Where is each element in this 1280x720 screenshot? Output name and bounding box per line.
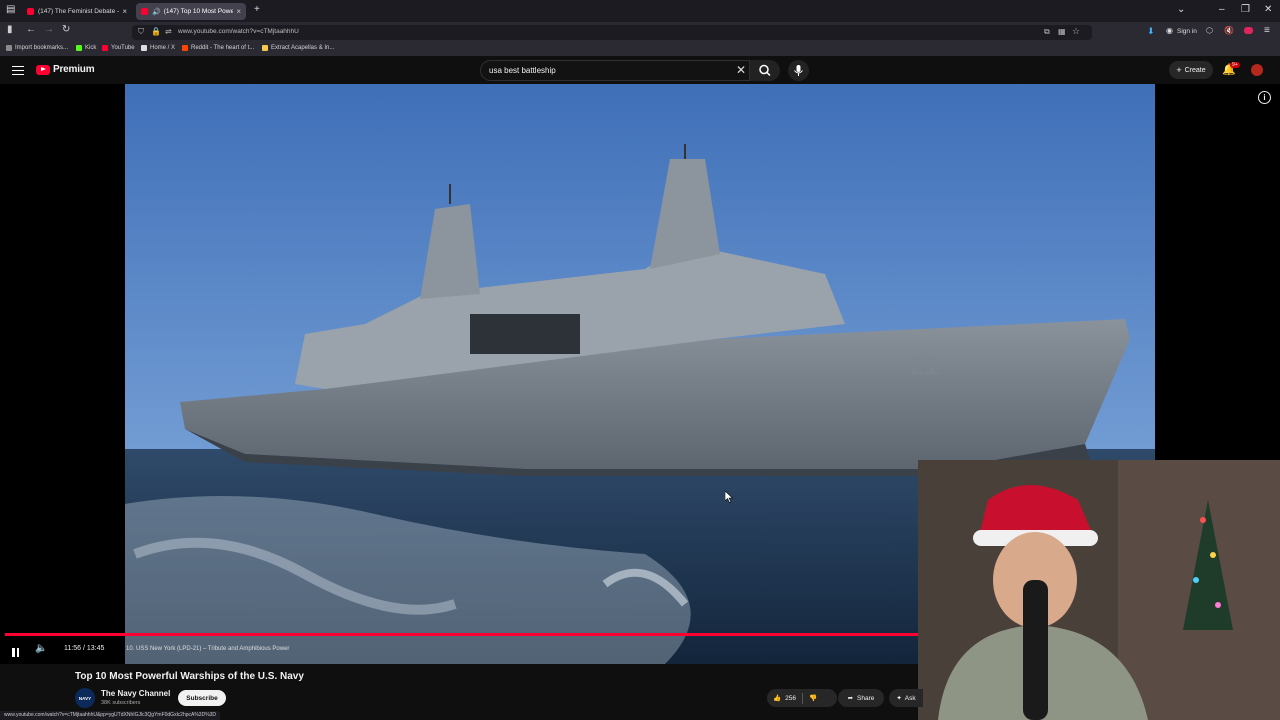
- browser-tab-warships[interactable]: 🔊 (147) Top 10 Most Powerfu ×: [136, 3, 246, 20]
- tab-overflow-chevron-icon[interactable]: ⌄: [1177, 4, 1185, 15]
- info-icon[interactable]: i: [1258, 91, 1271, 104]
- bookmark-reddit[interactable]: Reddit - The heart of t...: [182, 45, 254, 51]
- reddit-icon: [182, 45, 188, 51]
- mouse-cursor-icon: [724, 490, 734, 508]
- sparkle-icon: ✦: [896, 695, 902, 702]
- chapter-title[interactable]: 10. USS New York (LPD-21) – Tribute and …: [126, 646, 289, 652]
- search-input[interactable]: usa best battleship: [489, 66, 556, 75]
- lock-icon[interactable]: 🔒: [151, 27, 161, 36]
- account-icon[interactable]: ◉: [1166, 26, 1173, 35]
- bookmark-label: YouTube: [111, 45, 135, 51]
- youtube-favicon-icon: [27, 8, 34, 15]
- youtube-icon: [102, 45, 108, 51]
- bookmark-label: Extract Acapellas & In...: [271, 45, 335, 51]
- close-window-icon[interactable]: ✕: [1264, 4, 1272, 15]
- share-icon: ➦: [847, 695, 854, 702]
- bookmark-label: Import bookmarks...: [15, 45, 69, 51]
- voice-search-button[interactable]: [788, 60, 809, 81]
- webcam-image: [918, 460, 1280, 720]
- volume-icon[interactable]: 🔈: [35, 643, 47, 654]
- bookmark-youtube[interactable]: YouTube: [102, 45, 135, 51]
- bookmark-star-icon[interactable]: ☆: [1072, 26, 1080, 37]
- bookmark-label: Reddit - The heart of t...: [191, 45, 255, 51]
- youtube-favicon-icon: [141, 8, 148, 15]
- audio-playing-icon[interactable]: 🔊: [152, 8, 161, 16]
- url-text[interactable]: www.youtube.com/watch?v=cTMjtaahhhU: [178, 28, 299, 35]
- mute-icon[interactable]: 🔇: [1224, 26, 1234, 35]
- tab-label: (147) Top 10 Most Powerfu: [163, 8, 234, 15]
- tracking-protection-shield-icon[interactable]: ⛉: [138, 27, 144, 37]
- ask-button[interactable]: ✦ Ask: [889, 689, 923, 707]
- bookmark-import[interactable]: Import bookmarks...: [6, 45, 68, 51]
- time-display: 11:56 / 13:45: [64, 645, 105, 652]
- thumbs-up-icon: 👍: [773, 695, 782, 702]
- app-menu-icon[interactable]: ≡: [1264, 25, 1270, 36]
- new-tab-button[interactable]: +: [254, 4, 260, 15]
- search-icon: [759, 64, 771, 77]
- streamer-webcam: [918, 460, 1280, 720]
- like-count: 256: [785, 694, 796, 702]
- maximize-window-icon[interactable]: ❐: [1241, 4, 1250, 15]
- bookmark-acapellas[interactable]: Extract Acapellas & In...: [262, 45, 334, 51]
- microphone-icon: [794, 65, 803, 76]
- sign-in-button[interactable]: Sign in: [1177, 28, 1197, 35]
- browser-tab-feminist-debate[interactable]: (147) The Feminist Debate - Yo ×: [22, 3, 132, 20]
- progress-bar-fill: [5, 633, 920, 636]
- notification-count-badge: 9+: [1230, 62, 1240, 68]
- picture-in-picture-icon[interactable]: ⧉: [1044, 27, 1050, 37]
- channel-avatar[interactable]: NAVY: [75, 688, 95, 708]
- video-title: Top 10 Most Powerful Warships of the U.S…: [75, 671, 304, 682]
- bookmark-label: Kick: [85, 45, 97, 51]
- thumbs-down-icon[interactable]: 👎: [809, 694, 817, 702]
- close-tab-icon[interactable]: ×: [122, 7, 127, 16]
- acapella-icon: [262, 45, 268, 51]
- create-label: Create: [1184, 66, 1206, 74]
- permissions-icon[interactable]: ⇌: [165, 27, 172, 36]
- bookmark-label: Home / X: [150, 45, 176, 51]
- create-button[interactable]: + Create: [1169, 61, 1213, 79]
- subscribe-button[interactable]: Subscribe: [178, 690, 226, 706]
- subscriber-count: 38K subscribers: [101, 700, 141, 706]
- reload-icon[interactable]: ↻: [62, 24, 70, 35]
- bookmark-x[interactable]: Home / X: [141, 45, 175, 51]
- reader-view-icon[interactable]: ▦: [1058, 27, 1066, 36]
- plus-icon: +: [1176, 65, 1182, 75]
- youtube-premium-logo[interactable]: Premium: [36, 64, 95, 75]
- channel-name[interactable]: The Navy Channel: [101, 689, 170, 698]
- like-button[interactable]: 👍 256: [767, 694, 796, 703]
- extension-badge-icon[interactable]: [1244, 27, 1253, 34]
- share-label: Share: [857, 694, 875, 702]
- back-arrow-icon[interactable]: ←: [26, 24, 36, 35]
- youtube-play-logo-icon: [36, 64, 50, 75]
- close-tab-icon[interactable]: ×: [236, 7, 241, 16]
- sidebar-toggle-icon[interactable]: ▮: [7, 24, 13, 35]
- pause-icon[interactable]: [12, 644, 21, 662]
- like-dislike-group: 👍 256 👎: [767, 689, 837, 707]
- kick-icon: [76, 45, 82, 51]
- ask-label: Ask: [904, 694, 916, 702]
- user-avatar[interactable]: [1251, 64, 1263, 76]
- extensions-icon[interactable]: ⬡: [1206, 26, 1213, 35]
- clear-search-icon[interactable]: ✕: [736, 63, 746, 77]
- import-icon: [6, 45, 12, 51]
- search-button[interactable]: [750, 60, 780, 81]
- hamburger-menu-icon[interactable]: [12, 63, 24, 78]
- tab-list-icon[interactable]: ▤: [6, 4, 15, 15]
- x-icon: [141, 45, 147, 51]
- hull-number: 21: [910, 350, 939, 380]
- tab-label: (147) The Feminist Debate - Yo: [38, 8, 120, 15]
- downloads-icon[interactable]: ⬇: [1147, 26, 1155, 37]
- share-button[interactable]: ➦ Share: [838, 689, 884, 707]
- minimize-window-icon[interactable]: –: [1219, 4, 1225, 15]
- status-bar-link: www.youtube.com/watch?v=cTMjtaahhhU&pp=y…: [0, 711, 221, 720]
- divider: [801, 692, 803, 704]
- logo-text: Premium: [53, 64, 95, 75]
- forward-arrow-icon[interactable]: →: [44, 24, 54, 35]
- bookmark-kick[interactable]: Kick: [76, 45, 96, 51]
